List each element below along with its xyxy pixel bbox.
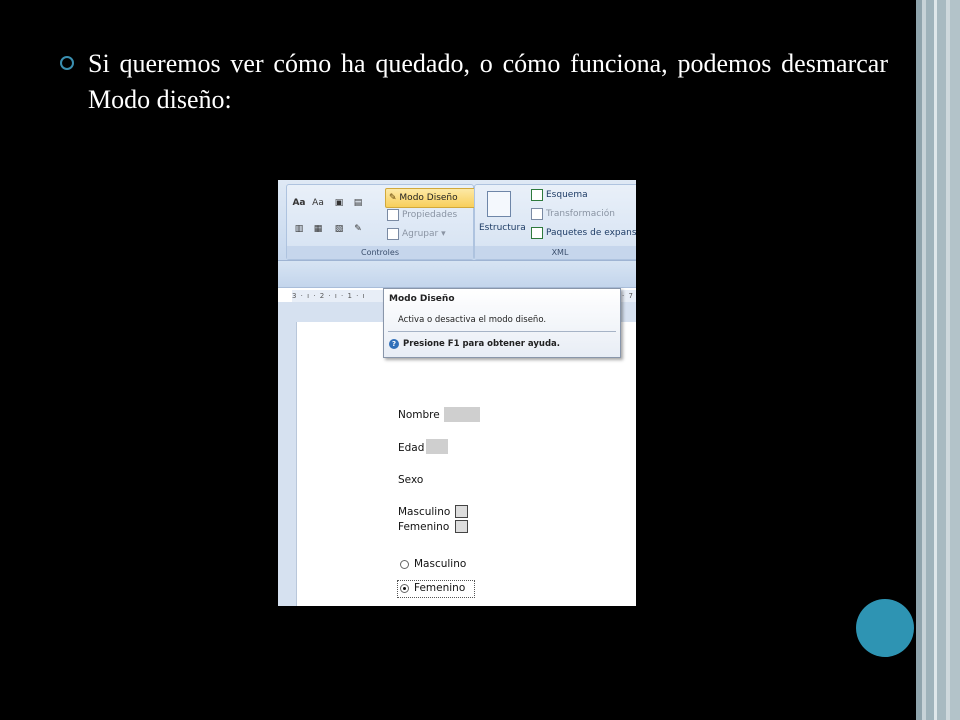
- nombre-label: Nombre: [398, 409, 440, 421]
- sexo-label: Sexo: [398, 474, 424, 486]
- tooltip-help: ? Presione F1 para obtener ayuda.: [389, 339, 560, 349]
- radio-masculino-label: Masculino: [414, 558, 467, 570]
- tooltip-divider: [388, 331, 616, 332]
- decorative-stripes: [916, 0, 960, 720]
- nombre-field[interactable]: [444, 407, 480, 422]
- legacy-tools-icon[interactable]: ✎: [351, 223, 365, 236]
- properties-icon: [387, 208, 399, 221]
- group-controles: Aa Aa ▣ ▤ ▥ ▦ ▧ ✎ ✎ Modo Diseño Propieda…: [286, 184, 477, 260]
- transformacion-label: Transformación: [546, 209, 615, 219]
- bullet-text: Si queremos ver cómo ha quedado, o cómo …: [88, 49, 888, 114]
- group-xml: Estructura Esquema Transformación Paquet…: [474, 184, 636, 260]
- radio-femenino-label: Femenino: [414, 582, 466, 594]
- expansion-pack-icon: [531, 226, 543, 239]
- tooltip-description: Activa o desactiva el modo diseño.: [398, 315, 547, 325]
- propiedades-label: Propiedades: [402, 210, 458, 220]
- xml-group-label: XML: [475, 246, 636, 259]
- help-icon: ?: [389, 339, 399, 349]
- modo-diseno-button[interactable]: ✎ Modo Diseño: [385, 188, 477, 208]
- group-icon: [387, 227, 399, 240]
- design-mode-icon: ✎: [389, 193, 397, 203]
- check-masculino-label: Masculino: [398, 506, 451, 518]
- modo-diseno-tooltip: Modo Diseño Activa o desactiva el modo d…: [383, 288, 621, 358]
- schema-icon: [531, 188, 543, 201]
- estructura-button[interactable]: Estructura: [479, 223, 526, 233]
- agrupar-label: Agrupar: [402, 229, 439, 239]
- structure-icon[interactable]: [487, 191, 511, 217]
- combo-box-icon[interactable]: ▥: [292, 223, 306, 236]
- femenino-checkbox[interactable]: [455, 520, 468, 533]
- bullet-circle-icon: [60, 56, 74, 70]
- ribbon-lower-band: [278, 261, 636, 288]
- edad-field[interactable]: [426, 439, 448, 454]
- text-control-icon[interactable]: Aa: [292, 197, 306, 210]
- tooltip-help-text: Presione F1 para obtener ayuda.: [403, 339, 560, 349]
- check-femenino-label: Femenino: [398, 521, 450, 533]
- word-screenshot: Aa Aa ▣ ▤ ▥ ▦ ▧ ✎ ✎ Modo Diseño Propieda…: [278, 180, 636, 606]
- paquetes-label: Paquetes de expans: [546, 228, 636, 238]
- masculino-checkbox[interactable]: [455, 505, 468, 518]
- date-picker-icon[interactable]: ▧: [332, 223, 346, 236]
- edad-label: Edad: [398, 442, 425, 454]
- ruler-right-text: · 7: [622, 292, 634, 300]
- controles-group-label: Controles: [287, 246, 473, 259]
- modo-diseno-label: Modo Diseño: [399, 193, 458, 203]
- tooltip-title: Modo Diseño: [389, 294, 455, 304]
- decorative-circle: [856, 599, 914, 657]
- picture-control-icon[interactable]: ▣: [332, 197, 346, 210]
- transformation-icon: [531, 207, 543, 220]
- plain-text-control-icon[interactable]: Aa: [311, 197, 325, 210]
- building-block-icon[interactable]: ▤: [351, 197, 365, 210]
- masculino-radio[interactable]: [400, 560, 409, 569]
- paquetes-button[interactable]: Paquetes de expans: [531, 225, 636, 241]
- ruler-left-text: 3 · ı · 2 · ı · 1 · ı: [292, 292, 366, 300]
- esquema-button[interactable]: Esquema: [531, 187, 588, 203]
- transformacion-button[interactable]: Transformación: [531, 206, 615, 222]
- propiedades-button[interactable]: Propiedades: [387, 207, 457, 223]
- agrupar-button[interactable]: Agrupar ▾: [387, 226, 446, 242]
- drop-down-list-icon[interactable]: ▦: [311, 223, 325, 236]
- ribbon: Aa Aa ▣ ▤ ▥ ▦ ▧ ✎ ✎ Modo Diseño Propieda…: [278, 180, 636, 261]
- esquema-label: Esquema: [546, 190, 588, 200]
